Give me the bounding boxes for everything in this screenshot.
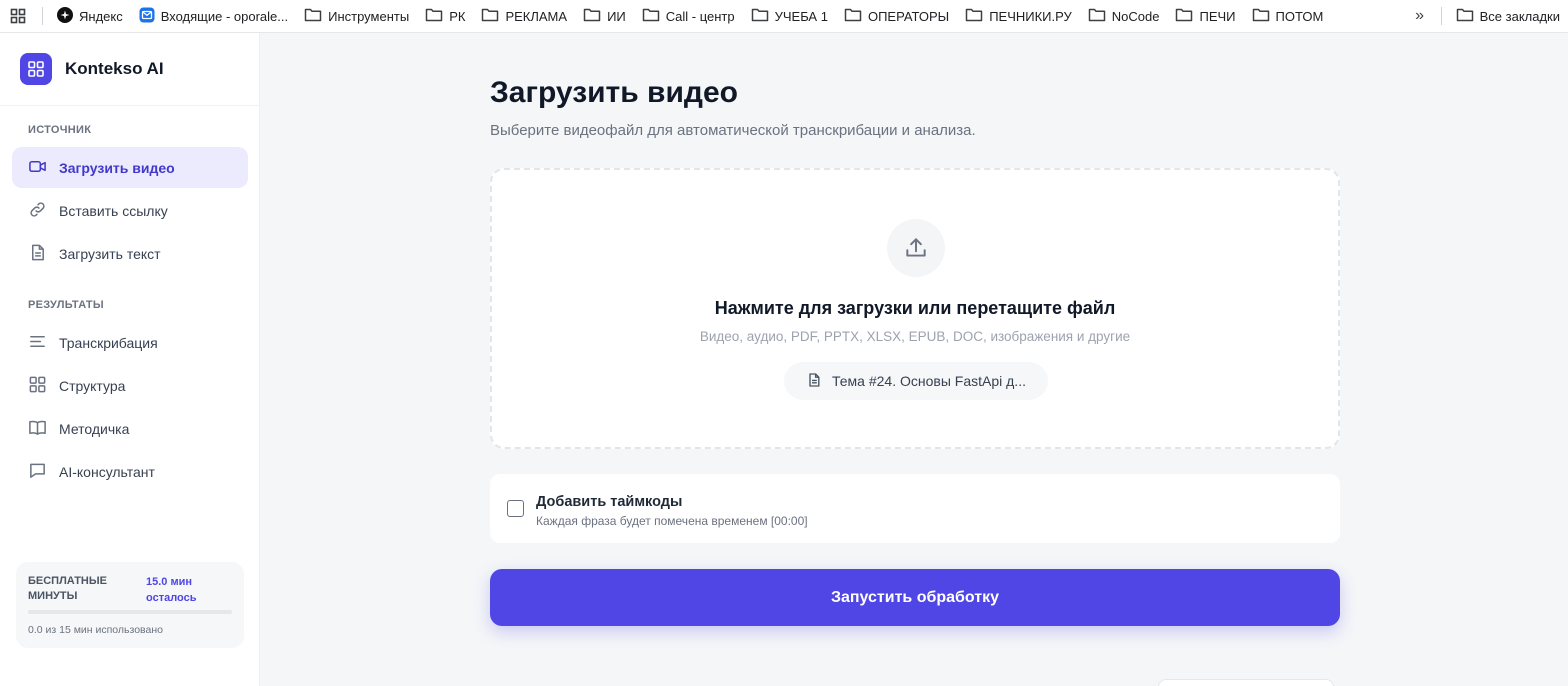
all-bookmarks-label: Все закладки [1479, 8, 1560, 24]
sidebar-item-label: Транскрибация [59, 334, 158, 351]
bookmark-label: Входящие - oporale... [160, 8, 289, 24]
bookmark-label: Яндекс [79, 8, 123, 24]
sidebar-item-label: Методичка [59, 420, 130, 437]
bookmarks-separator [42, 7, 43, 25]
folder-icon [1175, 7, 1193, 25]
bookmark-label: ИИ [607, 8, 626, 24]
bookmark-folder-ucheba[interactable]: УЧЕБА 1 [743, 0, 836, 32]
free-minutes-remaining: 15.0 мин осталось [146, 576, 197, 604]
folder-icon [304, 7, 322, 25]
start-processing-button[interactable]: Запустить обработку [490, 569, 1340, 626]
brand[interactable]: Kontekso AI [0, 33, 259, 106]
sidebar-item-label: Вставить ссылку [59, 202, 168, 219]
grid-icon [28, 375, 47, 397]
sidebar-item-transcription[interactable]: Транскрибация [12, 322, 248, 363]
free-minutes-title: БЕСПЛАТНЫЕ МИНУТЫ [28, 575, 107, 602]
folder-icon [1088, 7, 1106, 25]
bookmark-folder-nocode[interactable]: NoCode [1080, 0, 1168, 32]
sidebar-item-manual[interactable]: Методичка [12, 408, 248, 449]
upload-dropzone[interactable]: Нажмите для загрузки или перетащите файл… [490, 168, 1340, 449]
upload-icon [887, 219, 945, 277]
yandex-icon [57, 6, 73, 26]
section-label-source: ИСТОЧНИК [28, 124, 92, 136]
mail-icon [139, 7, 155, 26]
folder-icon [583, 7, 601, 25]
document-icon [806, 372, 822, 391]
sidebar: Kontekso AI ИСТОЧНИК Загрузить видео Вст… [0, 33, 260, 686]
folder-icon [1252, 7, 1270, 25]
link-icon [28, 200, 47, 222]
timecodes-option: Добавить таймкоды Каждая фраза будет пом… [490, 474, 1340, 543]
bookmark-folder-potom[interactable]: ПОТОМ [1244, 0, 1332, 32]
bookmarks-separator [1440, 7, 1442, 25]
bookmark-yandex[interactable]: Яндекс [49, 0, 131, 32]
bookmark-label: ПЕЧНИКИ.РУ [989, 8, 1072, 24]
selected-file-chip: Тема #24. Основы FastApi д... [784, 362, 1048, 400]
bookmark-label: Call - центр [665, 8, 735, 24]
page-subtitle: Выберите видеофайл для автоматической тр… [490, 122, 976, 139]
brand-name: Kontekso AI [65, 59, 164, 78]
folder-icon [1456, 7, 1474, 25]
selected-file-name: Тема #24. Основы FastApi д... [832, 373, 1026, 389]
bookmark-folder-reklama[interactable]: РЕКЛАМА [473, 0, 575, 32]
bookmark-folder-rk[interactable]: РК [417, 0, 473, 32]
page-title: Загрузить видео [490, 76, 738, 109]
bookmark-label: Инструменты [328, 8, 410, 24]
bookmark-mail[interactable]: Входящие - oporale... [131, 0, 296, 32]
bookmark-folder-operatory[interactable]: ОПЕРАТОРЫ [836, 0, 957, 32]
video-camera-icon [28, 157, 47, 179]
bookmark-folder-instruments[interactable]: Инструменты [296, 0, 417, 32]
bookmark-folder-pechniki[interactable]: ПЕЧНИКИ.РУ [957, 0, 1080, 32]
free-minutes-progress [28, 610, 232, 614]
section-label-results: РЕЗУЛЬТАТЫ [28, 299, 104, 311]
folder-icon [425, 7, 443, 25]
sidebar-item-label: Загрузить видео [59, 159, 175, 176]
bookmark-folder-call-center[interactable]: Call - центр [634, 0, 743, 32]
folder-icon [965, 7, 983, 25]
sidebar-item-upload-text[interactable]: Загрузить текст [12, 233, 248, 274]
bookmark-label: ПЕЧИ [1199, 8, 1236, 24]
book-icon [28, 418, 47, 440]
bottom-card-peek [1158, 679, 1334, 686]
bookmark-label: NoCode [1111, 8, 1160, 24]
bookmark-label: ПОТОМ [1275, 8, 1324, 24]
free-minutes-used: 0.0 из 15 мин использовано [28, 624, 163, 636]
document-icon [28, 243, 47, 265]
sidebar-item-label: Структура [59, 377, 126, 394]
sidebar-item-label: Загрузить текст [59, 245, 161, 262]
folder-icon [751, 7, 769, 25]
folder-icon [844, 7, 862, 25]
dropzone-title: Нажмите для загрузки или перетащите файл [714, 298, 1116, 318]
sidebar-item-upload-video[interactable]: Загрузить видео [12, 147, 248, 188]
folder-icon [481, 7, 499, 25]
sidebar-item-ai-consultant[interactable]: AI-консультант [12, 451, 248, 492]
timecodes-label[interactable]: Добавить таймкоды [536, 494, 682, 510]
bookmarks-bar: Яндекс Входящие - oporale... Инструменты… [0, 0, 1568, 33]
bookmark-label: ОПЕРАТОРЫ [867, 8, 950, 24]
timecodes-checkbox[interactable] [507, 500, 524, 517]
apps-grid-icon[interactable] [0, 0, 36, 32]
folder-icon [642, 7, 660, 25]
sidebar-item-structure[interactable]: Структура [12, 365, 248, 406]
bookmark-label: УЧЕБА 1 [774, 8, 828, 24]
sidebar-item-label: AI-консультант [59, 463, 155, 480]
bookmark-folder-ii[interactable]: ИИ [575, 0, 634, 32]
all-bookmarks-button[interactable]: Все закладки [1448, 0, 1568, 32]
chat-icon [28, 461, 47, 483]
bookmark-folder-pechi[interactable]: ПЕЧИ [1167, 0, 1243, 32]
bookmarks-more-button[interactable]: » [1405, 7, 1435, 25]
bookmark-label: РК [449, 8, 466, 24]
lines-icon [28, 332, 47, 354]
sidebar-item-paste-link[interactable]: Вставить ссылку [12, 190, 248, 231]
free-minutes-card: БЕСПЛАТНЫЕ МИНУТЫ 15.0 мин осталось 0.0 … [16, 562, 244, 648]
timecodes-hint: Каждая фраза будет помечена временем [00… [536, 514, 808, 528]
brand-logo-icon [20, 53, 52, 85]
dropzone-file-types: Видео, аудио, PDF, PPTX, XLSX, EPUB, DOC… [699, 329, 1131, 344]
bookmark-label: РЕКЛАМА [505, 8, 568, 24]
